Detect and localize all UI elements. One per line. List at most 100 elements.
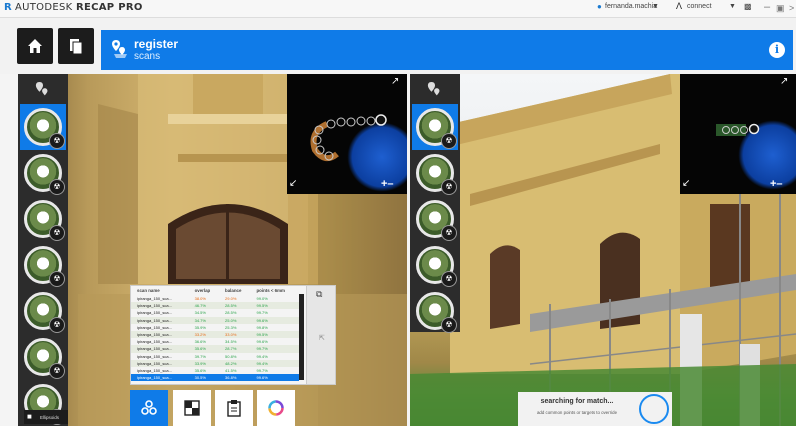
column-header-overlap[interactable]: overlap — [189, 286, 219, 295]
table-row[interactable]: ipiranga_150_sca... 34.5% 28.5% 99.7% — [131, 309, 299, 316]
balance-cell: 25.3% — [225, 324, 237, 330]
connect-menu[interactable]: connect — [687, 3, 712, 10]
minimap-scan-path — [310, 114, 387, 162]
scan-thumbnail[interactable]: ☢ — [416, 200, 457, 241]
column-header-scan-name[interactable]: scan name — [131, 286, 189, 295]
overlap-cell: 39.7% — [194, 353, 206, 359]
balance-cell: 50.8% — [225, 353, 237, 359]
home-button[interactable] — [17, 28, 53, 64]
scan-thumbnail[interactable]: ☢ — [24, 200, 65, 241]
right-scan-view[interactable]: ☢ ☢ ☢ ☢ ☢ ↗ ↙ +– searching for match... … — [410, 74, 796, 426]
scan-badge-icon: ☢ — [441, 271, 457, 287]
register-scans-icon[interactable] — [35, 81, 51, 99]
table-scrollbar[interactable] — [299, 294, 304, 380]
overlap-cell: 34.5% — [194, 310, 206, 316]
table-row[interactable]: ipiranga_150_sca... 30.5% 36.8% 99.6% — [131, 374, 299, 382]
cursor-icon: ⇱ — [319, 335, 325, 342]
scan-thumbnail[interactable]: ☢ — [24, 292, 65, 333]
scan-thumbnail[interactable]: ☢ — [24, 246, 65, 287]
table-row[interactable]: ipiranga_150_sca... 35.6% 41.5% 99.7% — [131, 367, 299, 374]
cube-icon: ■ — [27, 412, 32, 421]
checker-button[interactable] — [173, 390, 211, 426]
table-row[interactable]: ipiranga_150_sca... 38.0% 29.0% 99.0% — [131, 295, 299, 302]
clipboard-button[interactable] — [215, 390, 253, 426]
scans-view-button[interactable] — [130, 390, 168, 426]
color-button[interactable] — [257, 390, 295, 426]
table-row[interactable]: ipiranga_150_sca... 35.6% 28.7% 99.7% — [131, 345, 299, 353]
scan-thumbnail[interactable]: ☢ — [416, 108, 457, 149]
table-row[interactable]: ipiranga_150_sca... 39.7% 50.8% 99.4% — [131, 353, 299, 360]
table-row[interactable]: ipiranga_150_sca... 46.7% 28.5% 99.5% — [131, 302, 299, 310]
pages-button[interactable] — [58, 28, 94, 64]
left-minimap[interactable]: ↗ ↙ +– — [287, 74, 407, 194]
scan-name-cell: ipiranga_150_sca... — [137, 353, 172, 359]
export-icon[interactable]: ⧉ — [316, 289, 322, 300]
table-row[interactable]: ipiranga_150_sca... 35.9% 25.3% 99.8% — [131, 324, 299, 331]
points-cell: 99.6% — [250, 374, 299, 382]
connect-dropdown-icon[interactable]: ▼ — [729, 3, 736, 10]
scan-name-cell: ipiranga_150_sca... — [131, 345, 189, 353]
scan-thumbnail[interactable]: ☢ — [416, 154, 457, 195]
zoom-plus-minus-icon[interactable]: +– — [381, 178, 394, 190]
search-status-panel: searching for match... add common points… — [518, 392, 636, 426]
scans-cluster-icon — [141, 400, 157, 415]
collapse-icon[interactable]: ↙ — [289, 178, 297, 189]
search-status-hint: add common points or targets to override — [536, 410, 618, 415]
clipboard-icon — [227, 400, 241, 417]
left-scan-view[interactable]: ☢ ☢ ☢ ☢ ☢ ☢ ☢ Ellipsoids ■ — [18, 74, 407, 426]
chat-icon[interactable]: ▩ — [744, 2, 752, 11]
overlap-cell: 30.5% — [188, 374, 220, 382]
table-row[interactable]: ipiranga_150_sca... 36.6% 34.5% 99.6% — [131, 338, 299, 345]
points-cell: 99.7% — [256, 367, 268, 373]
register-header: register scans i — [101, 30, 793, 70]
overlap-cell: 33.9% — [188, 359, 220, 367]
user-dropdown-icon[interactable]: ▼ — [652, 3, 659, 10]
points-cell: 99.5% — [250, 330, 299, 339]
zoom-plus-minus-icon[interactable]: +– — [770, 178, 783, 190]
register-scans-icon — [112, 40, 127, 58]
close-button[interactable]: > — [789, 3, 794, 13]
expand-icon[interactable]: ↗ — [780, 76, 788, 87]
scan-thumbnail[interactable]: ☢ — [24, 338, 65, 379]
column-header-balance[interactable]: balance — [219, 286, 250, 295]
scan-thumbnail[interactable]: ☢ — [24, 154, 65, 195]
overlap-cell: 35.6% — [188, 345, 220, 353]
progress-ring-icon — [639, 394, 669, 424]
points-cell: 99.6% — [256, 339, 268, 345]
table-row[interactable]: ipiranga_150_sca... 33.2% 33.0% 99.5% — [131, 330, 299, 339]
user-menu[interactable]: fernanda.machia — [605, 3, 657, 10]
search-status-title: searching for match... — [540, 398, 614, 405]
balance-cell: 36.8% — [219, 374, 251, 382]
right-scan-strip: ☢ ☢ ☢ ☢ ☢ — [410, 74, 460, 333]
scan-badge-icon: ☢ — [49, 225, 65, 241]
scan-thumbnail[interactable]: ☢ — [416, 292, 457, 333]
collapse-icon[interactable]: ↙ — [682, 178, 690, 189]
points-cell: 99.6% — [250, 316, 299, 324]
color-wheel-icon — [268, 400, 284, 416]
expand-icon[interactable]: ↗ — [391, 76, 399, 87]
maximize-button[interactable]: ▣ — [776, 3, 785, 14]
scan-thumbnail[interactable]: ☢ — [24, 108, 65, 149]
points-cell: 99.0% — [256, 296, 268, 302]
register-scans-icon[interactable] — [427, 81, 443, 99]
info-icon[interactable]: i — [769, 42, 785, 58]
balance-cell: 33.0% — [219, 330, 251, 339]
table-row[interactable]: ipiranga_150_sca... 34.7% 25.0% 99.6% — [131, 316, 299, 324]
scan-thumbnail[interactable]: ☢ — [416, 246, 457, 287]
overlap-cell: 46.7% — [188, 302, 220, 310]
top-toolbar: register scans i — [0, 18, 796, 74]
scan-badge-icon: ☢ — [49, 133, 65, 149]
balance-cell: 28.5% — [219, 302, 251, 310]
scan-name-cell: ipiranga_150_sca... — [131, 302, 189, 310]
balance-cell: 28.5% — [225, 310, 237, 316]
column-header-points[interactable]: points < 6mm — [251, 286, 300, 295]
table-row[interactable]: ipiranga_150_sca... 33.9% 48.2% 99.4% — [131, 359, 299, 367]
pages-icon — [70, 39, 83, 55]
minimap-scan-path — [716, 123, 760, 136]
connect-icon[interactable]: Λ — [676, 1, 682, 11]
right-minimap[interactable]: ↗ ↙ +– — [680, 74, 796, 194]
minimize-button[interactable]: – — [764, 1, 770, 13]
scan-badge-icon: ☢ — [49, 271, 65, 287]
scan-name-cell: ipiranga_150_sca... — [137, 339, 172, 345]
user-icon[interactable]: ● — [597, 2, 602, 11]
